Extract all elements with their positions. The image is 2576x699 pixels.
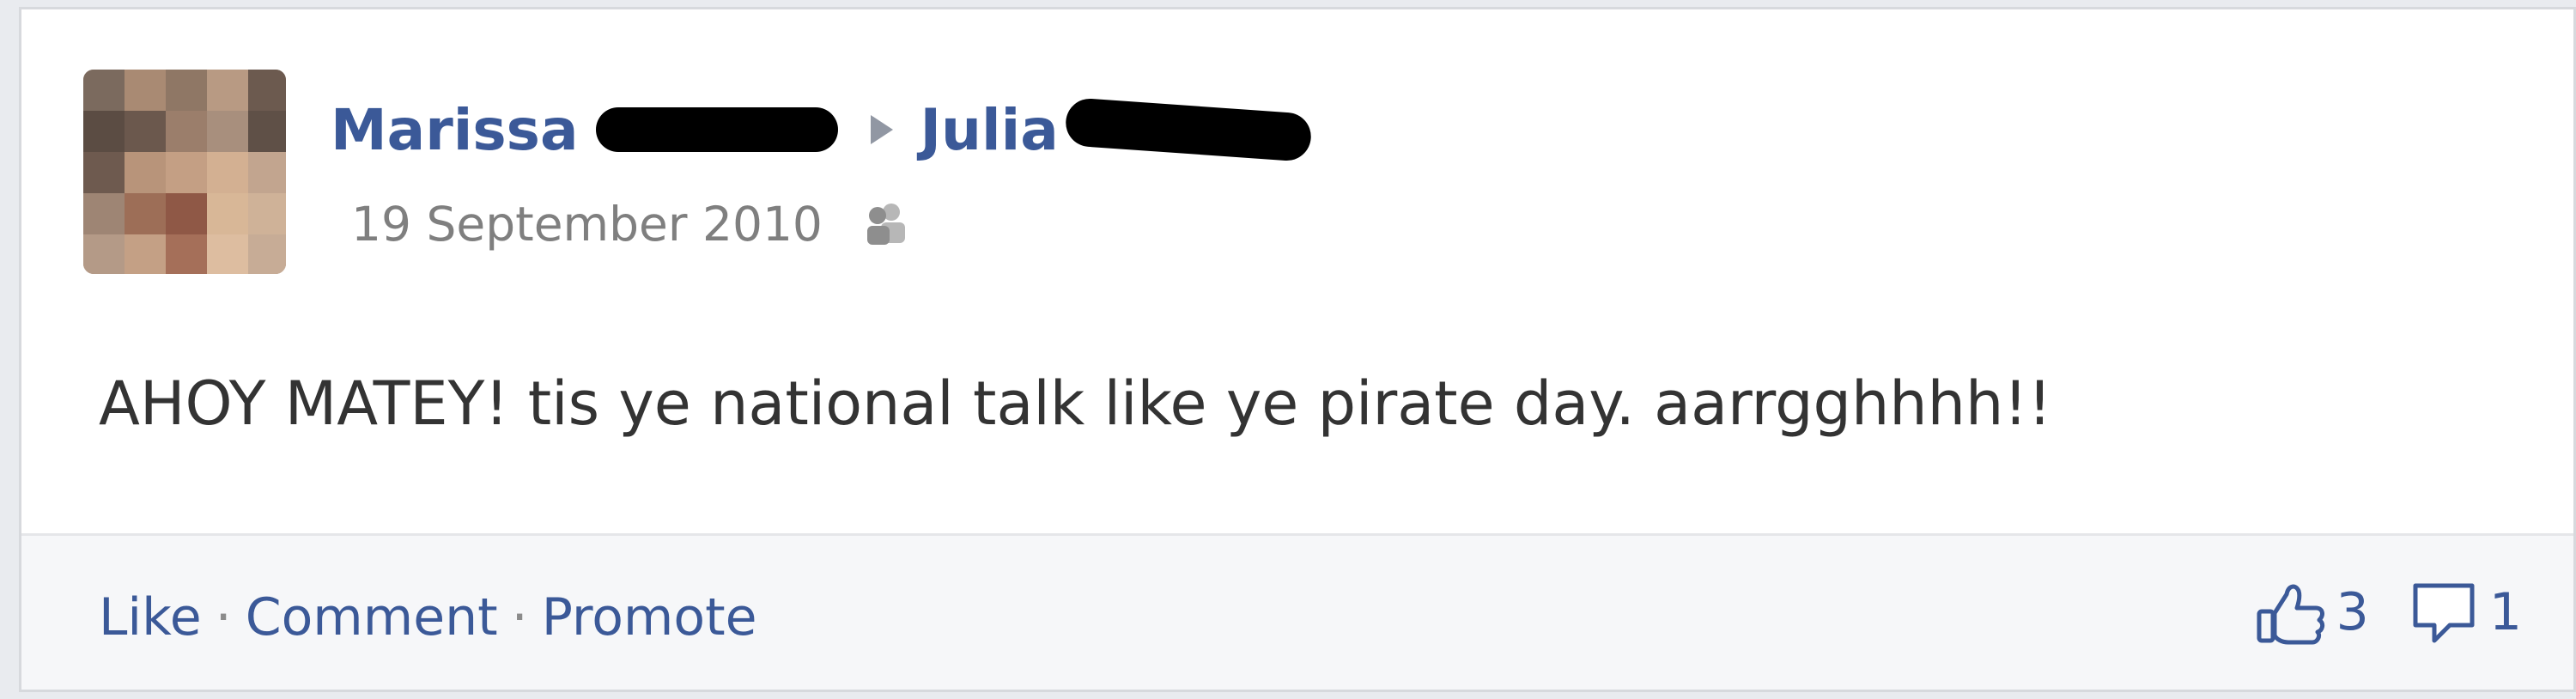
promote-link[interactable]: Promote [542, 587, 757, 647]
story-metadata: 19 September 2010 [351, 197, 912, 252]
avatar-pixel [248, 111, 286, 152]
feed-story: Marissa Julia 19 September 2010 AHOY MAT… [19, 7, 2576, 692]
separator-dot: · [215, 587, 232, 647]
avatar-pixel [83, 111, 125, 152]
thumbs-up-icon[interactable] [2256, 577, 2326, 647]
comment-bubble-icon[interactable] [2409, 577, 2479, 647]
avatar-pixel [83, 152, 125, 193]
story-footer: Like · Comment · Promote 3 1 [21, 533, 2573, 690]
like-link[interactable]: Like [99, 587, 202, 647]
timestamp-link[interactable]: 19 September 2010 [351, 197, 823, 252]
author-name-link[interactable]: Marissa [331, 97, 579, 163]
avatar-pixel [248, 193, 286, 234]
avatar-pixel [207, 234, 248, 274]
avatar-pixel [166, 111, 207, 152]
avatar-pixel [207, 70, 248, 111]
avatar-pixel [166, 70, 207, 111]
separator-dot: · [511, 587, 528, 647]
avatar-pixel [83, 193, 125, 234]
avatar-pixel [248, 152, 286, 193]
author-avatar[interactable] [83, 70, 286, 274]
right-arrow-icon [870, 115, 893, 144]
avatar-pixel [166, 234, 207, 274]
avatar-pixel [125, 70, 166, 111]
avatar-pixel [166, 193, 207, 234]
avatar-pixel [83, 70, 125, 111]
avatar-pixel [248, 234, 286, 274]
story-title: Marissa Julia [331, 95, 1313, 164]
avatar-pixel [125, 193, 166, 234]
avatar-pixel [125, 234, 166, 274]
avatar-pixel [207, 111, 248, 152]
like-count[interactable]: 3 [2336, 582, 2369, 642]
avatar-pixel [207, 152, 248, 193]
avatar-pixel [125, 152, 166, 193]
avatar-pixel [83, 234, 125, 274]
story-actions: Like · Comment · Promote [99, 587, 757, 647]
author-name: Marissa [331, 96, 579, 163]
avatar-pixel [125, 111, 166, 152]
friends-icon[interactable] [860, 200, 912, 248]
recipient-name: Julia [920, 96, 1059, 163]
status-message: AHOY MATEY! tis ye national talk like ye… [99, 368, 2052, 439]
recipient-name-link[interactable]: Julia [920, 97, 1059, 163]
avatar-pixel [207, 193, 248, 234]
redaction-mark [1064, 97, 1313, 162]
comment-count[interactable]: 1 [2489, 582, 2522, 642]
avatar-pixel [248, 70, 286, 111]
comment-link[interactable]: Comment [246, 587, 498, 647]
avatar-pixel [166, 152, 207, 193]
feedback-counts: 3 1 [2256, 577, 2522, 647]
redaction-mark [595, 107, 838, 152]
